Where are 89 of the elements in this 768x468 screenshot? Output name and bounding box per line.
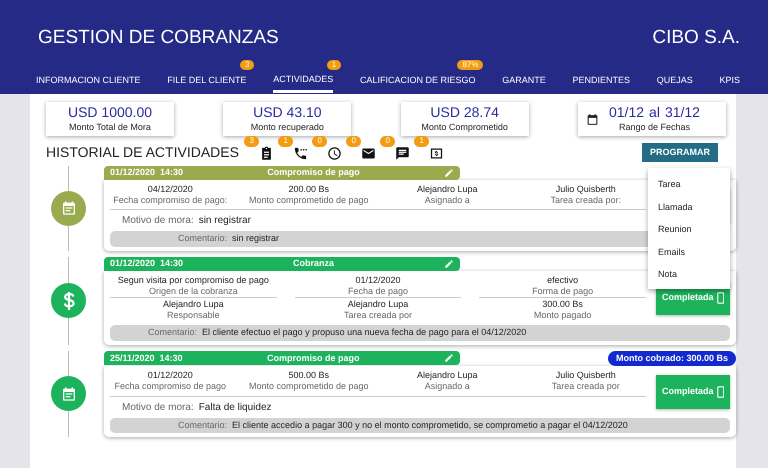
count-badge: 0 bbox=[312, 136, 327, 148]
calendar-icon bbox=[586, 112, 599, 126]
field-value: efectivo bbox=[546, 274, 580, 286]
amount-value: USD 1000.00 bbox=[66, 104, 154, 121]
count-badge: 1 bbox=[326, 60, 342, 70]
company-name: CIBO S.A. bbox=[652, 26, 740, 50]
activity-type: Compromiso de pago bbox=[266, 166, 361, 180]
count-badge: 1 bbox=[278, 136, 293, 148]
field-label: Comentario: bbox=[147, 326, 198, 340]
count-badge: 3 bbox=[240, 60, 254, 70]
nav-tab[interactable]: QUEJAS bbox=[656, 70, 693, 93]
field-value: Julio Quisberth bbox=[554, 370, 617, 381]
field-label: Tarea creada por: bbox=[549, 194, 622, 206]
count-badge: 3 bbox=[244, 136, 259, 148]
dollar-icon bbox=[62, 290, 76, 311]
envelope-icon[interactable] bbox=[360, 146, 376, 162]
field-value: Alejandro Lupa bbox=[416, 370, 479, 381]
chat-icon[interactable] bbox=[394, 146, 410, 162]
field-label: Origen de la cobranza bbox=[148, 286, 239, 296]
field-value: Alejandro Lupa bbox=[162, 299, 225, 310]
field-label: Comentario: bbox=[177, 418, 228, 432]
amount-badge: Monto cobrado: 300.00 Bs bbox=[608, 350, 736, 366]
field-label: Asignado a bbox=[424, 194, 471, 206]
field-label: Tarea creada por bbox=[550, 380, 621, 392]
phone-icon[interactable] bbox=[292, 146, 308, 162]
date-separator: al bbox=[649, 104, 660, 121]
nav-tab[interactable]: GARANTE bbox=[502, 70, 546, 93]
field-label: Monto comprometido de pago bbox=[248, 380, 369, 392]
menu-item[interactable]: Llamada bbox=[658, 196, 730, 219]
field-label: Responsable bbox=[166, 310, 221, 322]
date-from: 01/12 bbox=[608, 104, 644, 121]
field-value: 500.00 Bs bbox=[287, 370, 330, 381]
field-label: Fecha compromiso de pago bbox=[113, 380, 228, 392]
field-label: Asignado a bbox=[424, 380, 471, 392]
field-value: Falta de liquidez bbox=[198, 400, 272, 415]
pencil-icon[interactable] bbox=[444, 258, 454, 269]
amount-value: USD 43.10 bbox=[252, 104, 323, 121]
field-label: Tarea creada por bbox=[342, 310, 414, 322]
money-icon[interactable] bbox=[428, 146, 444, 162]
app-title: GESTION DE COBRANZAS bbox=[38, 26, 279, 50]
phone-device-icon bbox=[716, 384, 724, 400]
field-label: Forma de pago bbox=[531, 286, 594, 296]
field-value: 300.00 Bs bbox=[541, 299, 584, 310]
field-value: 200.00 Bs bbox=[287, 184, 330, 195]
field-label: Fecha de pago bbox=[346, 286, 410, 296]
amount-label: Monto recuperado bbox=[250, 120, 325, 134]
count-badge: 1 bbox=[414, 136, 429, 148]
nav-tab[interactable]: INFORMACION CLIENTE bbox=[36, 70, 141, 93]
activity-type: Compromiso de pago bbox=[266, 352, 361, 365]
field-label: Fecha compromiso de pago: bbox=[112, 194, 228, 206]
field-label: Monto pagado bbox=[532, 310, 592, 322]
count-badge: 0 bbox=[380, 136, 395, 148]
comment-text: El cliente efectuo el pago y propuso una nueva fecha de pago para el 04/12/2020 bbox=[202, 326, 526, 340]
amount-label: Rango de Fechas bbox=[618, 120, 691, 134]
date-time: 01/12/2020 14:30 bbox=[110, 166, 184, 180]
field-label: Monto comprometido de pago bbox=[248, 194, 369, 206]
nav-tab[interactable]: KPIS bbox=[719, 70, 740, 93]
field-value: 01/12/2020 bbox=[146, 370, 194, 381]
field-value: Alejandro Lupa bbox=[416, 184, 479, 195]
phone-device-icon bbox=[716, 290, 724, 306]
calendar-icon bbox=[60, 386, 76, 402]
date-time: 25/11/2020 14:30 bbox=[110, 352, 183, 365]
field-label: Motivo de mora: bbox=[122, 400, 194, 415]
menu-item[interactable]: Emails bbox=[658, 242, 730, 264]
field-value: sin registrar bbox=[198, 214, 251, 228]
clock-icon[interactable] bbox=[326, 146, 342, 162]
field-label: Motivo de mora: bbox=[122, 214, 194, 228]
field-value: Segun visita por compromiso de pago bbox=[116, 274, 270, 286]
date-time: 01/12/2020 14:30 bbox=[110, 257, 184, 270]
pencil-icon[interactable] bbox=[444, 353, 454, 364]
nav-tab[interactable]: PENDIENTES bbox=[572, 70, 630, 93]
calendar-icon bbox=[60, 200, 76, 216]
date-to: 31/12 bbox=[664, 104, 700, 121]
amount-label: Monto Total de Mora bbox=[68, 120, 152, 134]
field-label: Comentario: bbox=[177, 232, 228, 246]
amount-label: Monto Comprometido bbox=[420, 120, 509, 134]
comment-text: El cliente accedio a pagar 300 y no el monto comprometido, se comprometio a pagar el 04/12/2020 bbox=[232, 418, 628, 432]
activity-type: Cobranza bbox=[292, 257, 336, 270]
menu-item[interactable]: Tarea bbox=[658, 174, 730, 196]
field-value: Julio Quisberth bbox=[554, 184, 617, 195]
field-value: Alejandro Lupa bbox=[346, 299, 410, 310]
comment-text: sin registrar bbox=[232, 232, 280, 246]
amount-value: USD 28.74 bbox=[429, 104, 500, 121]
section-title: HISTORIAL DE ACTIVIDADES bbox=[46, 142, 239, 162]
field-value: 01/12/2020 bbox=[354, 274, 402, 286]
field-value: 04/12/2020 bbox=[146, 184, 194, 195]
programar-button[interactable]: PROGRAMAR bbox=[642, 142, 718, 162]
count-badge: 87% bbox=[457, 60, 484, 70]
count-badge: 0 bbox=[346, 136, 361, 148]
